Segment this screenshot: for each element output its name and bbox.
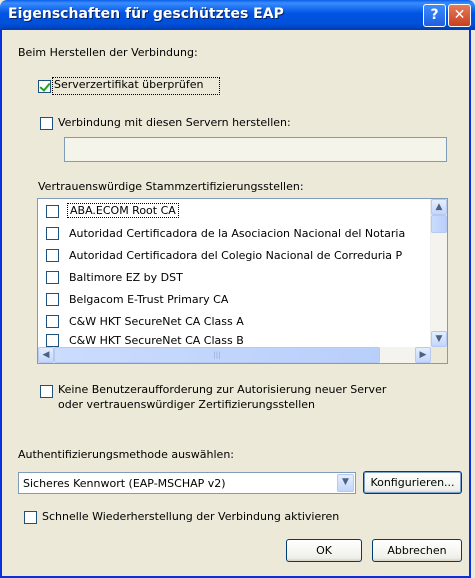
list-item-checkbox[interactable]	[46, 205, 59, 218]
connect-servers-checkbox[interactable]	[40, 117, 53, 130]
dropdown-button[interactable]: ▼	[337, 474, 354, 492]
list-item[interactable]: Belgacom E-Trust Primary CA	[38, 289, 433, 311]
chevron-right-icon: ▶	[419, 350, 427, 360]
list-item[interactable]: Autoridad Certificadora de la Asociacion…	[38, 223, 433, 245]
no-prompt-checkbox[interactable]	[40, 385, 53, 398]
window-title: Eigenschaften für geschütztes EAP	[8, 6, 284, 22]
verify-cert-label[interactable]: Serverzertifikat überprüfen	[54, 78, 204, 91]
auth-method-select[interactable]: Sicheres Kennwort (EAP-MSCHAP v2) ▼	[18, 472, 356, 494]
fast-reconnect-checkbox[interactable]	[24, 511, 37, 524]
no-prompt-label-line1[interactable]: Keine Benutzeraufforderung zur Autorisie…	[58, 383, 386, 396]
scroll-down-button[interactable]: ▼	[431, 331, 447, 347]
close-button[interactable]: ✕	[448, 4, 471, 27]
horizontal-scroll-thumb[interactable]: |||	[54, 347, 380, 363]
servers-input[interactable]	[64, 137, 447, 162]
ok-button[interactable]: OK	[286, 539, 362, 562]
cancel-label: Abbrechen	[387, 544, 447, 557]
list-item[interactable]: Baltimore EZ by DST	[38, 267, 433, 289]
list-item-label: Baltimore EZ by DST	[69, 271, 183, 284]
scroll-up-button[interactable]: ▲	[431, 199, 447, 215]
list-item-checkbox[interactable]	[46, 334, 59, 347]
list-item[interactable]: Autoridad Certificadora del Colegio Naci…	[38, 245, 433, 267]
connect-label: Beim Herstellen der Verbindung:	[18, 46, 198, 59]
list-item[interactable]: ABA.ECOM Root CA	[38, 201, 433, 223]
list-item-checkbox[interactable]	[46, 315, 59, 328]
list-item-label: Autoridad Certificadora del Colegio Naci…	[69, 249, 403, 262]
list-item-label: C&W HKT SecureNet CA Class A	[69, 315, 244, 328]
list-item-checkbox[interactable]	[46, 249, 59, 262]
help-icon: ?	[430, 7, 439, 23]
list-item-label: Belgacom E-Trust Primary CA	[69, 293, 229, 306]
grip-icon: |||	[213, 351, 221, 359]
list-item-label: Autoridad Certificadora de la Asociacion…	[69, 227, 406, 240]
scroll-corner	[431, 347, 447, 363]
scroll-left-button[interactable]: ◀	[38, 347, 54, 363]
chevron-down-icon: ▼	[342, 477, 349, 487]
list-item-checkbox[interactable]	[46, 227, 59, 240]
vertical-scrollbar[interactable]: ▲ ▼	[430, 199, 447, 347]
configure-label: Konfigurieren...	[370, 476, 455, 489]
list-item-label: C&W HKT SecureNet CA Class B	[69, 334, 244, 347]
list-item-checkbox[interactable]	[46, 271, 59, 284]
ok-label: OK	[316, 544, 332, 557]
trusted-ca-list[interactable]: ABA.ECOM Root CA Autoridad Certificadora…	[37, 198, 448, 364]
trusted-ca-label: Vertrauenswürdige Stammzertifizierungsst…	[38, 180, 304, 193]
list-item-checkbox[interactable]	[46, 293, 59, 306]
fast-reconnect-label[interactable]: Schnelle Wiederherstellung der Verbindun…	[42, 510, 339, 523]
configure-button[interactable]: Konfigurieren...	[363, 471, 462, 494]
horizontal-scrollbar[interactable]: ◀ ||| ▶	[38, 347, 431, 363]
title-bar[interactable]: Eigenschaften für geschütztes EAP ? ✕	[0, 0, 475, 30]
close-icon: ✕	[453, 7, 466, 23]
vertical-scroll-thumb[interactable]	[431, 215, 447, 233]
connect-servers-label[interactable]: Verbindung mit diesen Servern herstellen…	[58, 116, 291, 129]
scroll-right-button[interactable]: ▶	[415, 347, 431, 363]
no-prompt-label-line2[interactable]: oder vertrauenswürdiger Zertifizierungss…	[58, 398, 315, 411]
auth-method-value: Sicheres Kennwort (EAP-MSCHAP v2)	[23, 477, 226, 490]
chevron-down-icon: ▼	[435, 334, 443, 344]
chevron-up-icon: ▲	[435, 202, 443, 212]
verify-cert-checkbox[interactable]	[38, 80, 51, 93]
list-item-label: ABA.ECOM Root CA	[67, 203, 179, 218]
cancel-button[interactable]: Abbrechen	[372, 539, 462, 562]
chevron-left-icon: ◀	[42, 350, 50, 360]
auth-method-label: Authentifizierungsmethode auswählen:	[18, 448, 234, 461]
help-button[interactable]: ?	[423, 4, 446, 27]
